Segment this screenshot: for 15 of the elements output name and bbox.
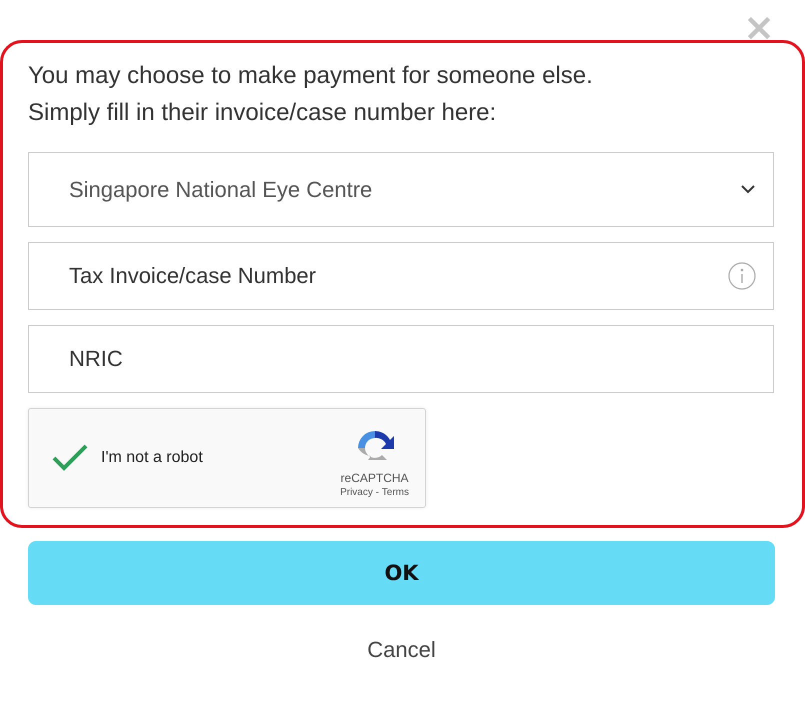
terms-link[interactable]: Terms: [382, 486, 409, 498]
link-separator: -: [374, 486, 380, 498]
captcha-label: I'm not a robot: [101, 449, 203, 467]
chevron-down-icon: [741, 185, 755, 194]
info-icon: [728, 262, 756, 290]
nric-field[interactable]: NRIC: [28, 325, 774, 393]
hospital-select[interactable]: Singapore National Eye Centre: [28, 152, 774, 227]
captcha-brand: reCAPTCHA: [340, 470, 409, 484]
privacy-link[interactable]: Privacy: [340, 486, 373, 498]
cancel-button[interactable]: Cancel: [357, 631, 446, 669]
checkbox-tick-icon[interactable]: [51, 443, 89, 473]
intro-text: Simply fill in their invoice/case number here:: [28, 98, 498, 128]
intro-text: You may choose to make payment for someone else.: [28, 61, 594, 91]
invoice-field[interactable]: Tax Invoice/case Number: [28, 242, 774, 310]
ok-button[interactable]: OK: [28, 541, 775, 605]
